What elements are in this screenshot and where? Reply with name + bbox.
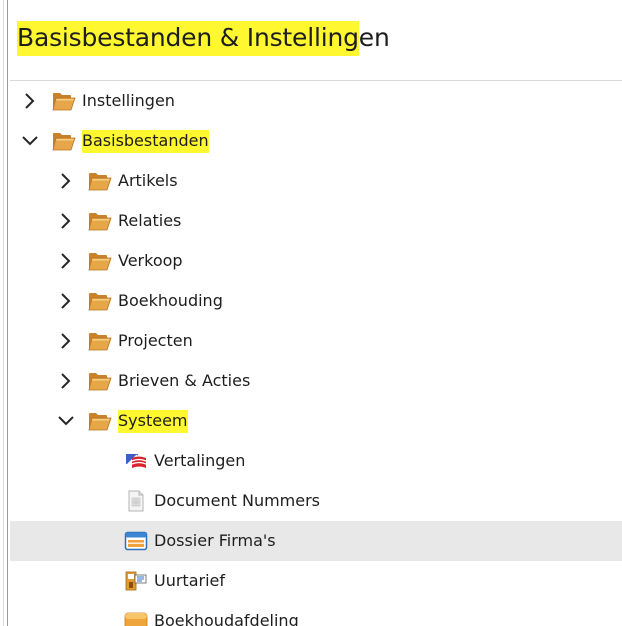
chevron-down-icon[interactable] xyxy=(56,411,76,431)
tree-item-label: Uurtarief xyxy=(154,571,226,590)
tree-item-label: Vertalingen xyxy=(154,451,246,470)
folder-icon xyxy=(52,130,76,152)
panel-title: Basisbestanden & Instellingen xyxy=(17,21,390,56)
tree-item-label: Systeem xyxy=(118,410,188,433)
chevron-right-icon[interactable] xyxy=(20,91,40,111)
tree-item-boekhouding[interactable]: Boekhouding xyxy=(10,281,622,321)
tree-item-label: Boekhoudafdeling xyxy=(154,611,299,626)
folder-icon xyxy=(52,90,76,112)
panel-title-highlighted: Basisbestanden & Instelling xyxy=(17,21,359,56)
tree-item-label: Boekhouding xyxy=(118,291,223,310)
tree-item-artikels[interactable]: Artikels xyxy=(10,161,622,201)
tree-item-label: Basisbestanden xyxy=(82,130,209,153)
tree-item-label: Instellingen xyxy=(82,91,175,110)
tree-item-dossier-firma-s[interactable]: Dossier Firma's xyxy=(10,521,622,561)
tree-item-label: Brieven & Acties xyxy=(118,371,251,390)
splitter-bar[interactable] xyxy=(7,0,8,626)
folder-icon xyxy=(88,210,112,232)
chevron-down-icon[interactable] xyxy=(20,131,40,151)
chevron-right-icon[interactable] xyxy=(56,291,76,311)
tree-item-document-nummers[interactable]: Document Nummers xyxy=(10,481,622,521)
rate-icon xyxy=(124,570,148,592)
folder-icon xyxy=(88,370,112,392)
department-icon xyxy=(124,610,148,626)
tree-item-boekhoudafdeling[interactable]: Boekhoudafdeling xyxy=(10,601,622,626)
tree-item-label: Dossier Firma's xyxy=(154,531,276,550)
panel-header: Basisbestanden & Instellingen xyxy=(10,0,622,81)
chevron-right-icon[interactable] xyxy=(56,251,76,271)
tree-item-systeem[interactable]: Systeem xyxy=(10,401,622,441)
tree-item-label: Artikels xyxy=(118,171,178,190)
chevron-right-icon[interactable] xyxy=(56,371,76,391)
tree-item-brieven-acties[interactable]: Brieven & Acties xyxy=(10,361,622,401)
chevron-right-icon[interactable] xyxy=(56,211,76,231)
folder-icon xyxy=(88,410,112,432)
tree-item-label: Document Nummers xyxy=(154,491,321,510)
panel-title-rest: en xyxy=(358,23,390,52)
tree-item-instellingen[interactable]: Instellingen xyxy=(10,81,622,121)
company-window-icon xyxy=(124,530,148,552)
chevron-right-icon[interactable] xyxy=(56,331,76,351)
tree-item-label: Projecten xyxy=(118,331,193,350)
folder-icon xyxy=(88,330,112,352)
tree-item-label: Verkoop xyxy=(118,251,183,270)
navigation-tree: Instellingen Basisbestanden Artikels Rel… xyxy=(10,81,622,626)
tree-item-projecten[interactable]: Projecten xyxy=(10,321,622,361)
folder-icon xyxy=(88,290,112,312)
basisbestanden-panel: Basisbestanden & Instellingen Instelling… xyxy=(0,0,622,626)
window-border xyxy=(3,0,4,626)
tree-item-relaties[interactable]: Relaties xyxy=(10,201,622,241)
tree-item-verkoop[interactable]: Verkoop xyxy=(10,241,622,281)
flags-icon xyxy=(124,450,148,472)
tree-item-basisbestanden[interactable]: Basisbestanden xyxy=(10,121,622,161)
tree-item-vertalingen[interactable]: Vertalingen xyxy=(10,441,622,481)
folder-icon xyxy=(88,250,112,272)
tree-item-uurtarief[interactable]: Uurtarief xyxy=(10,561,622,601)
chevron-right-icon[interactable] xyxy=(56,171,76,191)
document-icon xyxy=(124,490,148,512)
folder-icon xyxy=(88,170,112,192)
tree-item-label: Relaties xyxy=(118,211,182,230)
